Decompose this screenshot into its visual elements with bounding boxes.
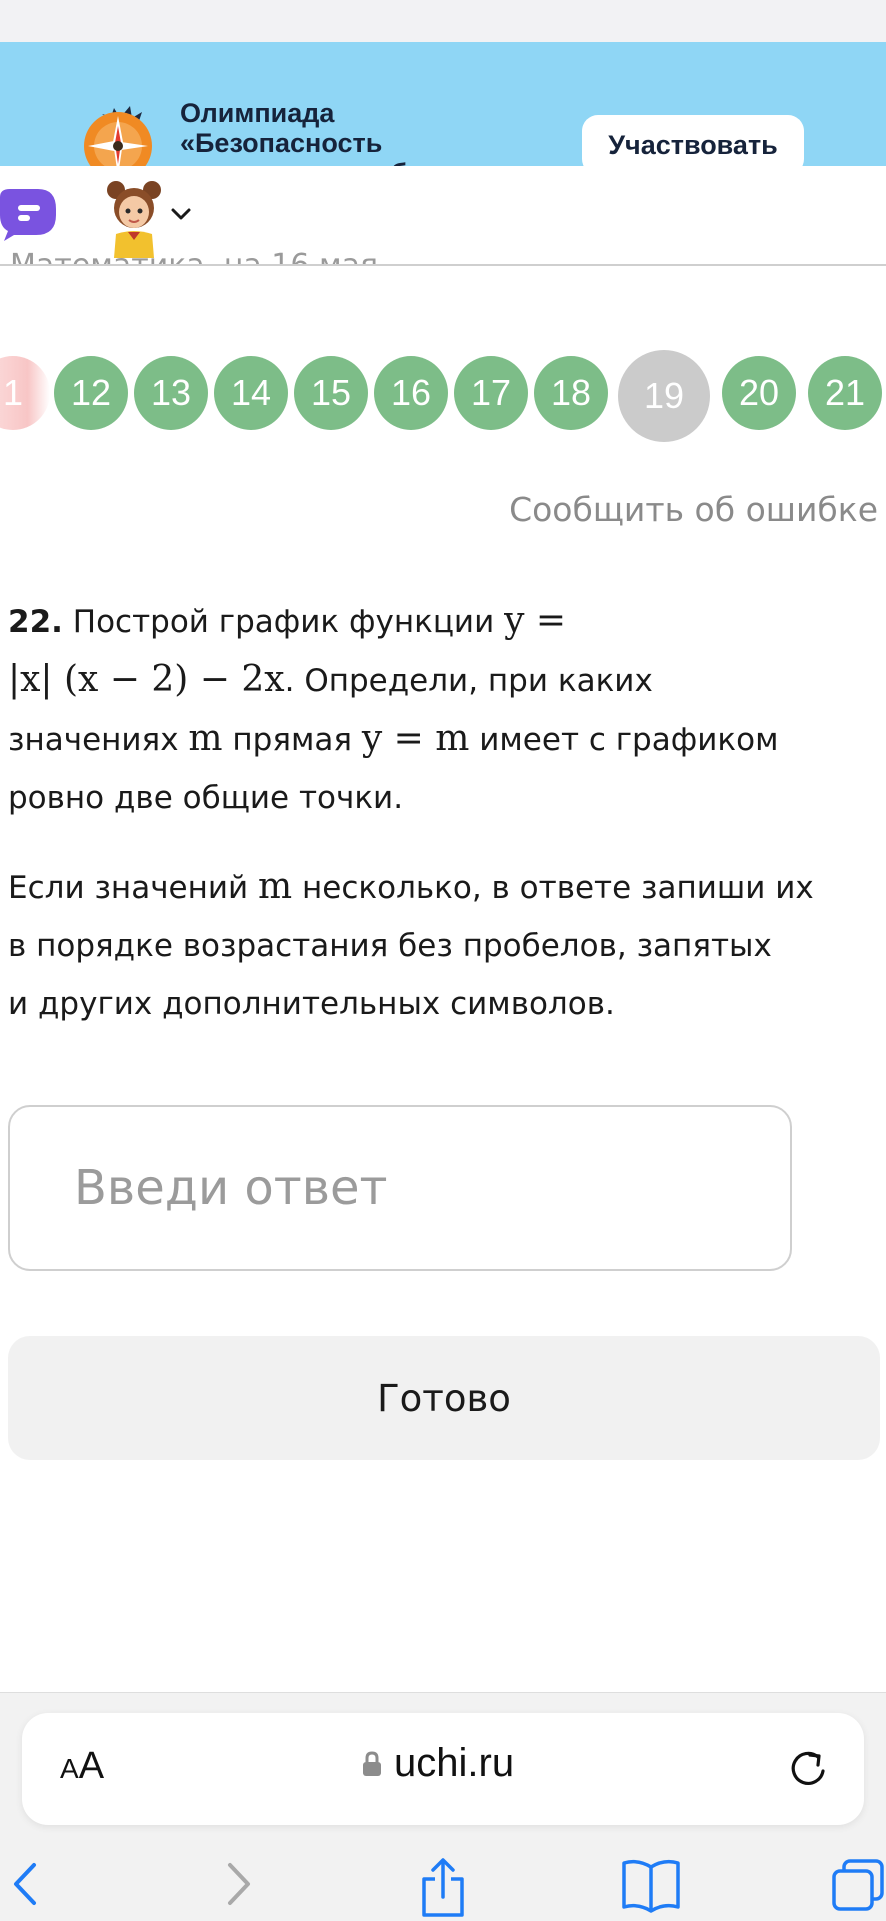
url-text: uchi.ru: [394, 1741, 515, 1785]
question-number: 18: [550, 372, 592, 413]
question-navigator: 1 12 13 14 15 16 17 18 19 20 21: [0, 350, 886, 442]
question-circle[interactable]: 15: [294, 356, 368, 430]
question-circle-current[interactable]: 19: [618, 350, 710, 442]
question-number: 20: [738, 372, 780, 413]
share-icon[interactable]: [418, 1857, 468, 1919]
reader-options-button[interactable]: AA: [60, 1745, 104, 1788]
chevron-down-icon[interactable]: [170, 206, 192, 222]
note-line-3: и других дополнительных символов.: [8, 986, 615, 1022]
math-expression: |x| (x − 2) − 2x: [8, 659, 285, 700]
answer-instructions: Если значений m несколько, в ответе запи…: [8, 858, 878, 1033]
question-number: 19: [643, 375, 685, 416]
math-variable: m: [258, 866, 293, 907]
url-display[interactable]: uchi.ru: [362, 1741, 514, 1786]
question-number: 14: [230, 372, 272, 413]
task-text-part: прямая: [222, 722, 362, 758]
math-variable: m: [188, 718, 223, 759]
app-header: Математика, на 16 мая: [0, 166, 886, 266]
chat-bubble-icon[interactable]: [0, 189, 62, 243]
task-line-1: 22. Построй график функции y =: [8, 592, 878, 651]
question-number: 13: [150, 372, 192, 413]
aa-big-glyph: A: [78, 1745, 105, 1787]
task-text-part: имеет с графиком: [469, 722, 779, 758]
address-bar[interactable]: AA uchi.ru: [22, 1713, 864, 1825]
question-number: 17: [470, 372, 512, 413]
question-number: 21: [824, 372, 866, 413]
task-line-2: |x| (x − 2) − 2x. Определи, при каких: [8, 651, 878, 710]
back-icon[interactable]: [10, 1857, 40, 1911]
task-line-3: значениях m прямая y = m имеет с графико…: [8, 710, 878, 769]
note-line-1: Если значений m несколько, в ответе запи…: [8, 858, 878, 917]
forward-icon[interactable]: [224, 1857, 254, 1911]
note-line-2: в порядке возрастания без пробелов, запя…: [8, 928, 772, 964]
math-expression: y =: [504, 600, 567, 641]
question-circle[interactable]: 1: [0, 356, 50, 430]
question-number: 15: [310, 372, 352, 413]
done-button[interactable]: Готово: [8, 1336, 880, 1460]
question-circle[interactable]: 14: [214, 356, 288, 430]
question-circle[interactable]: 18: [534, 356, 608, 430]
task-number: 22.: [8, 604, 63, 640]
question-circle[interactable]: 16: [374, 356, 448, 430]
math-expression: y = m: [361, 718, 470, 759]
question-circle[interactable]: 13: [134, 356, 208, 430]
question-circle[interactable]: 21: [808, 356, 882, 430]
task-text-part: Построй график функции: [62, 604, 505, 640]
tabs-icon[interactable]: [830, 1857, 886, 1913]
question-circle[interactable]: 20: [722, 356, 796, 430]
student-avatar[interactable]: [102, 178, 166, 258]
promo-banner[interactable]: Олимпиада «Безопасность начинается с теб…: [0, 42, 886, 188]
question-number: 1: [2, 372, 24, 413]
task-text: 22. Построй график функции y = |x| (x − …: [8, 592, 878, 827]
browser-chrome: AA uchi.ru: [0, 1692, 886, 1921]
task-text-part: . Определи, при каких: [284, 663, 653, 699]
task-line-4: ровно две общие точки.: [8, 780, 404, 816]
task-text-part: значениях: [8, 722, 189, 758]
report-error-link[interactable]: Сообщить об ошибке: [509, 490, 878, 529]
bookmarks-icon[interactable]: [620, 1857, 682, 1913]
question-number: 12: [70, 372, 112, 413]
answer-input[interactable]: [8, 1105, 792, 1271]
note-text-part: Если значений: [8, 870, 258, 906]
aa-small-glyph: A: [60, 1753, 79, 1784]
question-number: 16: [390, 372, 432, 413]
browser-toolbar: [0, 1851, 886, 1921]
lesson-subtitle-partial: Математика, на 16 мая: [10, 248, 379, 266]
lock-icon: [363, 1750, 381, 1776]
note-text-part: несколько, в ответе запиши их: [292, 870, 814, 906]
reload-icon[interactable]: [788, 1747, 828, 1789]
question-circle[interactable]: 17: [454, 356, 528, 430]
question-circle[interactable]: 12: [54, 356, 128, 430]
status-bar-area: [0, 0, 886, 42]
